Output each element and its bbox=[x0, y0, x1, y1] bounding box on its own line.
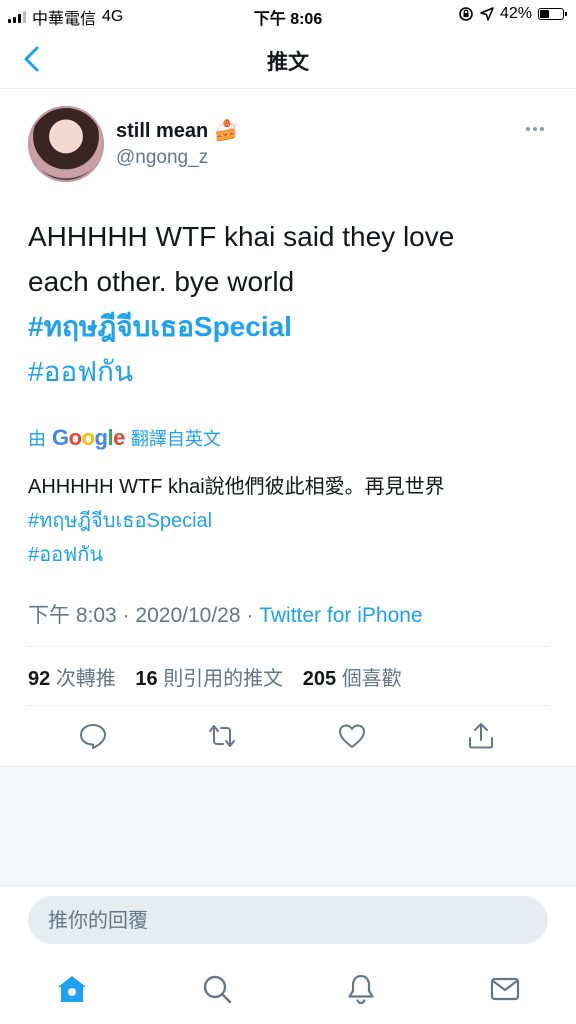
battery-fill bbox=[540, 10, 549, 18]
likes-label: 個喜歡 bbox=[341, 668, 402, 690]
hashtag-link[interactable]: #ทฤษฎีจีบเธอSpecial bbox=[28, 304, 548, 349]
meta-separator: · bbox=[246, 604, 254, 627]
author-display-name: still mean bbox=[116, 120, 209, 142]
quotes-count: 16 bbox=[135, 668, 158, 690]
cake-emoji: 🍰 bbox=[213, 120, 239, 142]
likes-count: 205 bbox=[302, 668, 337, 690]
more-horizontal-icon bbox=[526, 127, 544, 131]
tweet-text: AHHHHH WTF khai said they love each othe… bbox=[28, 214, 548, 394]
translated-text-line: AHHHHH WTF khai說他們彼此相愛。再見世界 bbox=[28, 476, 445, 498]
quotes-label: 則引用的推文 bbox=[163, 668, 284, 690]
tab-search[interactable] bbox=[200, 972, 234, 1006]
tab-notifications[interactable] bbox=[344, 972, 378, 1006]
bell-icon bbox=[348, 974, 374, 1005]
translated-hashtag-link[interactable]: #ทฤษฎีจีบเธอSpecial bbox=[28, 504, 548, 538]
tweet-source-link[interactable]: Twitter for iPhone bbox=[259, 604, 422, 627]
rotation-lock-icon bbox=[459, 7, 473, 21]
meta-separator: · bbox=[122, 604, 130, 627]
like-button[interactable] bbox=[336, 720, 368, 752]
author-handle[interactable]: @ngong_z bbox=[116, 147, 208, 169]
divider bbox=[28, 705, 548, 706]
tweet-metadata: 下午 8:03 · 2020/10/28 · Twitter for iPhon… bbox=[28, 599, 423, 629]
translation-prefix: 由 bbox=[28, 429, 46, 449]
mail-icon bbox=[490, 977, 520, 1001]
reply-composer[interactable] bbox=[28, 896, 548, 946]
tweet-stats: 92 次轉推 16 則引用的推文 205 個喜歡 bbox=[28, 662, 402, 691]
location-icon bbox=[480, 7, 494, 21]
quotes-stat[interactable]: 16 則引用的推文 bbox=[135, 668, 283, 690]
retweets-count: 92 bbox=[28, 668, 51, 690]
status-right: 42% bbox=[458, 5, 567, 23]
avatar[interactable] bbox=[28, 106, 104, 182]
tab-home[interactable] bbox=[55, 972, 89, 1006]
status-bar: 中華電信 4G 下午 8:06 42% bbox=[0, 0, 576, 30]
tweet-time: 下午 8:03 bbox=[28, 604, 117, 627]
reply-input[interactable] bbox=[46, 896, 530, 946]
home-icon bbox=[58, 976, 86, 1002]
reply-icon bbox=[80, 724, 106, 749]
heart-icon bbox=[339, 724, 365, 748]
tweet-text-line: each other. bye world bbox=[28, 266, 295, 297]
tweet-text-line: AHHHHH WTF khai said they love bbox=[28, 221, 455, 252]
search-icon bbox=[203, 975, 232, 1004]
hashtag-link[interactable]: #ออฟกัน bbox=[28, 349, 548, 394]
tab-messages[interactable] bbox=[488, 972, 522, 1006]
tweet-date: 2020/10/28 bbox=[135, 604, 241, 627]
battery-percent: 42% bbox=[499, 5, 532, 22]
retweet-button[interactable] bbox=[206, 720, 238, 752]
translation-attribution[interactable]: 由 Google 翻譯自英文 bbox=[28, 425, 221, 451]
translated-hashtag-link[interactable]: #ออฟกัน bbox=[28, 538, 548, 572]
google-logo: Google bbox=[52, 425, 125, 450]
top-navigation-bar: 推文 bbox=[0, 30, 576, 89]
replies-area bbox=[0, 766, 576, 886]
likes-stat[interactable]: 205 個喜歡 bbox=[303, 668, 402, 690]
share-icon bbox=[469, 723, 493, 749]
battery-icon bbox=[538, 8, 567, 20]
more-options-button[interactable] bbox=[522, 118, 548, 140]
retweet-icon bbox=[209, 725, 235, 747]
bottom-tab-bar bbox=[0, 960, 576, 1024]
retweets-stat[interactable]: 92 次轉推 bbox=[28, 668, 116, 690]
translation-suffix: 翻譯自英文 bbox=[130, 429, 221, 449]
retweets-label: 次轉推 bbox=[55, 668, 116, 690]
share-button[interactable] bbox=[465, 720, 497, 752]
author-name[interactable]: still mean 🍰 bbox=[116, 118, 239, 143]
tweet-action-bar bbox=[0, 716, 576, 756]
reply-button[interactable] bbox=[77, 720, 109, 752]
divider bbox=[28, 646, 548, 647]
page-title: 推文 bbox=[267, 51, 309, 74]
translated-text: AHHHHH WTF khai說他們彼此相愛。再見世界 #ทฤษฎีจีบเธอ… bbox=[28, 470, 548, 572]
